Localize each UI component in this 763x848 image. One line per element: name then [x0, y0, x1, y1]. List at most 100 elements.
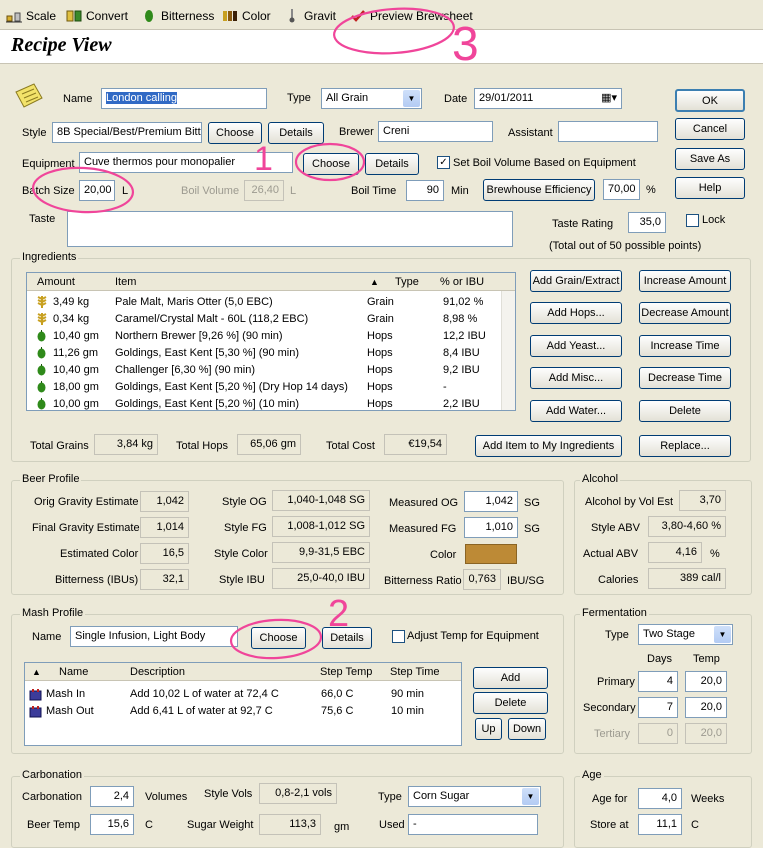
- secondary-days-input[interactable]: 7: [638, 697, 678, 718]
- preview-brewsheet-button[interactable]: Preview Brewsheet: [350, 8, 473, 24]
- tertiary-temp-input: 20,0: [685, 723, 727, 744]
- primary-label: Primary: [597, 676, 635, 688]
- fermentation-type-select[interactable]: Two Stage ▼: [638, 624, 733, 645]
- taste-rating-input[interactable]: 35,0: [628, 212, 666, 233]
- add-misc-button[interactable]: Add Misc...: [530, 367, 622, 389]
- color-button[interactable]: Color: [222, 8, 271, 24]
- bitterness-ratio-label: Bitterness Ratio: [384, 575, 462, 587]
- batch-size-input[interactable]: 20,00: [79, 180, 115, 201]
- days-label: Days: [647, 653, 673, 665]
- ingredient-row[interactable]: 18,00 gm Goldings, East Kent [5,20 %] (Dr…: [27, 379, 501, 396]
- bitterness-button[interactable]: Bitterness: [141, 8, 214, 24]
- store-at-input[interactable]: 11,1: [638, 814, 682, 835]
- measured-fg-unit: SG: [524, 523, 540, 535]
- mash-step-row[interactable]: Mash Out Add 6,41 L of water at 92,7 C 75,…: [25, 703, 461, 720]
- style-og-value: 1,040-1,048 SG: [272, 490, 370, 511]
- ingredient-row[interactable]: 10,40 gm Challenger [6,30 %] (90 min) Hops…: [27, 362, 501, 379]
- brewer-input[interactable]: Creni: [378, 121, 493, 142]
- equipment-choose-button[interactable]: Choose: [303, 153, 359, 175]
- mash-up-button[interactable]: Up: [475, 718, 502, 740]
- lock-checkbox[interactable]: [686, 214, 699, 227]
- col-type[interactable]: Type: [395, 276, 419, 288]
- total-grains-label: Total Grains: [30, 440, 89, 452]
- used-field[interactable]: -: [408, 814, 538, 835]
- age-unit: Weeks: [691, 793, 725, 805]
- store-at-unit: C: [691, 819, 699, 831]
- primary-days-input[interactable]: 4: [638, 671, 678, 692]
- ingredient-row[interactable]: 11,26 gm Goldings, East Kent [5,30 %] (90…: [27, 345, 501, 362]
- col-pct-ibu[interactable]: % or IBU: [440, 276, 484, 288]
- ingredient-row[interactable]: 10,00 gm Goldings, East Kent [5,20 %] (10…: [27, 396, 501, 410]
- mash-step-row[interactable]: Mash In Add 10,02 L of water at 72,4 C 66,…: [25, 686, 461, 703]
- assistant-input[interactable]: [558, 121, 658, 142]
- abv-estimate-value: 3,70: [679, 490, 726, 511]
- ingredient-row[interactable]: 10,40 gm Northern Brewer [9,26 %] (90 min…: [27, 328, 501, 345]
- add-water-button[interactable]: Add Water...: [530, 400, 622, 422]
- increase-amount-button[interactable]: Increase Amount: [639, 270, 731, 292]
- col-step-time[interactable]: Step Time: [390, 666, 440, 678]
- delete-ingredient-button[interactable]: Delete: [639, 400, 731, 422]
- carb-type-select[interactable]: Corn Sugar ▼: [408, 786, 541, 807]
- boil-time-input[interactable]: 90: [406, 180, 444, 201]
- efficiency-input[interactable]: 70,00: [603, 179, 640, 200]
- hop-icon: [37, 398, 46, 410]
- decrease-amount-button[interactable]: Decrease Amount: [639, 302, 731, 324]
- replace-button[interactable]: Replace...: [639, 435, 731, 457]
- cancel-button[interactable]: Cancel: [675, 118, 745, 140]
- measured-og-input[interactable]: 1,042: [464, 491, 518, 512]
- col-description[interactable]: Description: [130, 666, 185, 678]
- age-for-input[interactable]: 4,0: [638, 788, 682, 809]
- primary-temp-input[interactable]: 20,0: [685, 671, 727, 692]
- set-boil-volume-label: Set Boil Volume Based on Equipment: [453, 157, 636, 169]
- add-to-my-ingredients-button[interactable]: Add Item to My Ingredients: [475, 435, 622, 457]
- mash-delete-button[interactable]: Delete: [473, 692, 548, 714]
- ingredients-list[interactable]: Amount Item ▲ Type % or IBU 3,49 kg Pale …: [26, 272, 516, 411]
- style-details-button[interactable]: Details: [268, 122, 324, 144]
- mash-down-button[interactable]: Down: [508, 718, 546, 740]
- color-swatch[interactable]: [465, 544, 517, 564]
- beer-profile-title: Beer Profile: [20, 473, 82, 485]
- secondary-temp-input[interactable]: 20,0: [685, 697, 727, 718]
- measured-fg-input[interactable]: 1,010: [464, 517, 518, 538]
- mash-details-button[interactable]: Details: [322, 627, 372, 649]
- total-cost-label: Total Cost: [326, 440, 375, 452]
- taste-notes-input[interactable]: [67, 211, 513, 247]
- recipe-name-input[interactable]: London calling: [101, 88, 267, 109]
- beer-temp-input[interactable]: 15,6: [90, 814, 134, 835]
- col-amount[interactable]: Amount: [37, 276, 75, 288]
- equipment-details-button[interactable]: Details: [365, 153, 419, 175]
- set-boil-volume-checkbox[interactable]: ✓: [437, 156, 450, 169]
- brewhouse-efficiency-button[interactable]: Brewhouse Efficiency: [483, 179, 595, 201]
- help-button[interactable]: Help: [675, 177, 745, 199]
- convert-button[interactable]: Convert: [66, 8, 128, 24]
- ingredients-scrollbar[interactable]: [501, 291, 515, 410]
- ok-button[interactable]: OK: [675, 89, 745, 112]
- mash-steps-list[interactable]: ▲ Name Description Step Temp Step Time M…: [24, 662, 462, 746]
- mash-step-time: 10 min: [391, 705, 425, 717]
- col-step-temp[interactable]: Step Temp: [320, 666, 372, 678]
- style-choose-button[interactable]: Choose: [208, 122, 262, 144]
- gravity-button[interactable]: Gravit: [284, 8, 336, 24]
- add-yeast-button[interactable]: Add Yeast...: [530, 335, 622, 357]
- decrease-time-button[interactable]: Decrease Time: [639, 367, 731, 389]
- date-picker[interactable]: 29/01/2011 ▦▾: [474, 88, 622, 109]
- calendar-icon: ▦▾: [601, 92, 617, 104]
- carbonation-input[interactable]: 2,4: [90, 786, 134, 807]
- fermentation-type-label: Type: [605, 629, 629, 641]
- add-grain-button[interactable]: Add Grain/Extract: [530, 270, 622, 292]
- mash-choose-button[interactable]: Choose: [251, 627, 306, 649]
- mash-add-button[interactable]: Add: [473, 667, 548, 689]
- notepad-icon: [15, 83, 43, 108]
- ingredient-row[interactable]: 3,49 kg Pale Malt, Maris Otter (5,0 EBC) G…: [27, 294, 501, 311]
- ingredient-amount: 10,40 gm: [53, 364, 99, 376]
- ingredient-row[interactable]: 0,34 kg Caramel/Crystal Malt - 60L (118,2…: [27, 311, 501, 328]
- recipe-type-select[interactable]: All Grain ▼: [321, 88, 422, 109]
- save-as-button[interactable]: Save As: [675, 148, 745, 170]
- scale-button[interactable]: Scale: [6, 8, 56, 24]
- ingredient-pct-ibu: 9,2 IBU: [443, 364, 480, 376]
- col-step-name[interactable]: Name: [59, 666, 88, 678]
- col-item[interactable]: Item: [115, 276, 136, 288]
- adjust-temp-checkbox[interactable]: [392, 630, 405, 643]
- add-hops-button[interactable]: Add Hops...: [530, 302, 622, 324]
- increase-time-button[interactable]: Increase Time: [639, 335, 731, 357]
